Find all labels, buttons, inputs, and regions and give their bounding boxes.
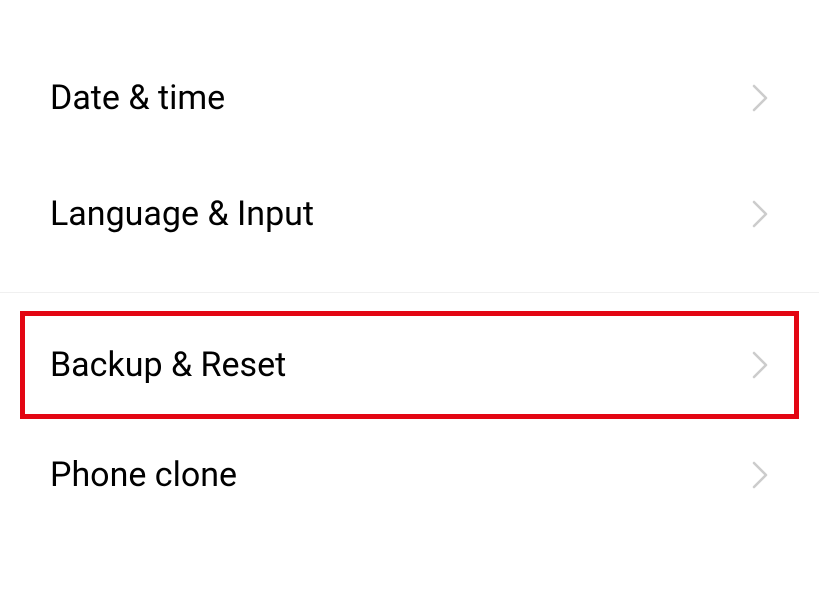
settings-list: Date & time Language & Input Backup & Re… bbox=[0, 0, 819, 533]
settings-label-language-input: Language & Input bbox=[50, 194, 314, 234]
settings-item-date-time[interactable]: Date & time bbox=[0, 40, 819, 156]
settings-label-backup-reset: Backup & Reset bbox=[50, 345, 286, 385]
section-divider bbox=[0, 292, 819, 293]
settings-item-language-input[interactable]: Language & Input bbox=[0, 156, 819, 272]
settings-label-phone-clone: Phone clone bbox=[50, 455, 237, 495]
settings-label-date-time: Date & time bbox=[50, 78, 225, 118]
settings-item-backup-reset[interactable]: Backup & Reset bbox=[0, 313, 819, 417]
chevron-right-icon bbox=[751, 199, 769, 229]
chevron-right-icon bbox=[751, 350, 769, 380]
chevron-right-icon bbox=[751, 460, 769, 490]
settings-item-phone-clone[interactable]: Phone clone bbox=[0, 417, 819, 533]
chevron-right-icon bbox=[751, 83, 769, 113]
